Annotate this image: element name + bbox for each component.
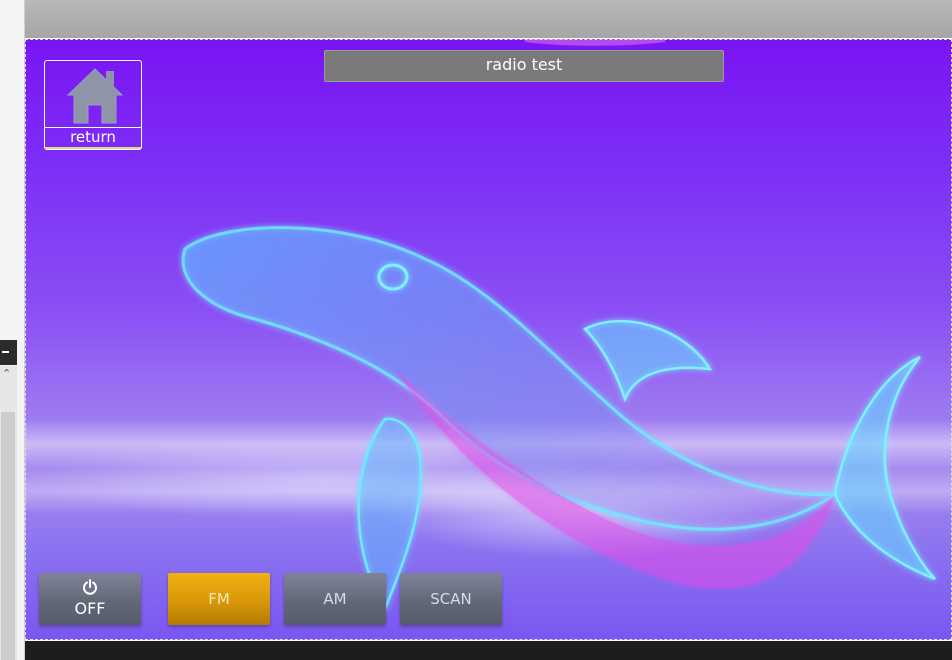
chevron-up-icon[interactable]: ⌃ [2, 368, 11, 380]
minus-icon [2, 351, 9, 353]
return-button[interactable]: return [44, 60, 142, 150]
scrollbar-thumb[interactable] [1, 412, 15, 660]
page-title: radio test [324, 50, 724, 82]
side-scrollbar[interactable]: ⌃ [0, 366, 17, 660]
power-icon [83, 579, 97, 595]
top-toolbar [25, 0, 952, 38]
off-button[interactable]: OFF [39, 573, 141, 625]
app-window: ⌃ radio test return OFF FM AM SCAN [0, 0, 952, 660]
off-label: OFF [74, 599, 106, 618]
am-label: AM [323, 590, 347, 608]
am-button[interactable]: AM [284, 573, 386, 625]
return-label: return [45, 127, 141, 149]
fm-label: FM [208, 590, 230, 608]
scan-label: SCAN [430, 590, 472, 608]
scan-button[interactable]: SCAN [400, 573, 502, 625]
fm-button[interactable]: FM [168, 573, 270, 625]
dolphin-wallpaper [25, 39, 952, 612]
radio-test-screen: radio test return OFF FM AM SCAN [25, 39, 952, 640]
collapse-tab[interactable] [0, 340, 17, 365]
bottom-bar [25, 641, 952, 660]
home-icon [66, 68, 124, 124]
